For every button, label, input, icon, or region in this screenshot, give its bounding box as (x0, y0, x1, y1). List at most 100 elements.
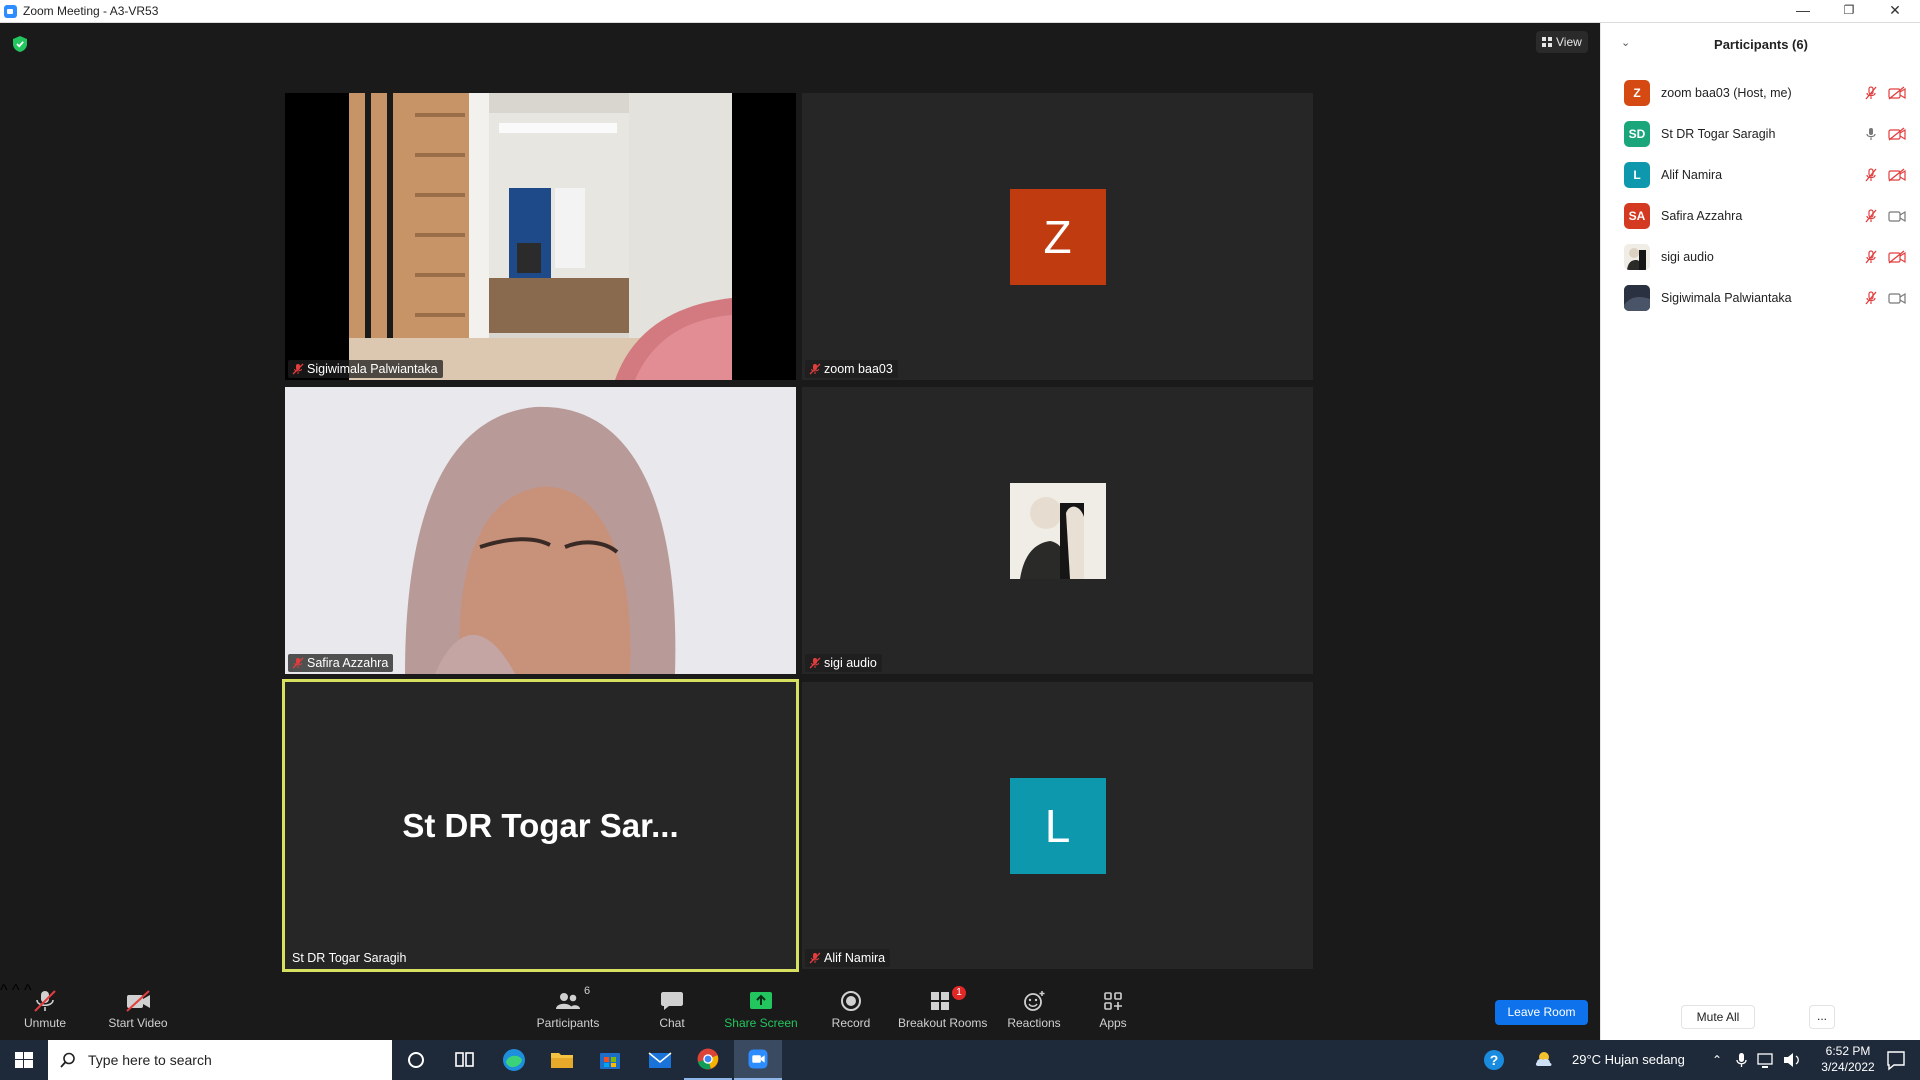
unmute-button[interactable]: Unmute (14, 982, 76, 1040)
participant-row[interactable]: SA Safira Azzahra (1601, 194, 1920, 235)
muted-mic-icon[interactable] (1864, 209, 1878, 223)
close-button[interactable]: ✕ (1872, 0, 1918, 23)
title-bar: Zoom Meeting - A3-VR53 — ❐ ✕ (0, 0, 1920, 23)
mic-on-icon[interactable] (1864, 127, 1878, 141)
participants-panel: ⌄ Participants (6) Z zoom baa03 (Host, m… (1600, 23, 1920, 1040)
participant-row[interactable]: sigi audio (1601, 235, 1920, 276)
microphone-tray-icon[interactable] (1730, 1040, 1754, 1080)
tile-name-label: zoom baa03 (805, 360, 898, 378)
tile-name-label: St DR Togar Saragih (292, 951, 407, 965)
taskbar-search-box[interactable]: Type here to search (48, 1040, 392, 1080)
security-shield-icon[interactable] (12, 35, 28, 53)
volume-icon[interactable] (1780, 1040, 1806, 1080)
participant-photo (1624, 244, 1650, 270)
participant-name: zoom baa03 (Host, me) (1661, 86, 1792, 100)
restore-button[interactable]: ❐ (1826, 0, 1872, 23)
network-icon[interactable] (1754, 1040, 1780, 1080)
muted-mic-icon (809, 363, 821, 375)
view-button[interactable]: View (1536, 31, 1588, 53)
participant-row[interactable]: SD St DR Togar Saragih (1601, 112, 1920, 153)
chrome-browser-icon[interactable] (684, 1040, 732, 1080)
video-on-icon[interactable] (1888, 291, 1906, 305)
video-tile-sigiwimala[interactable]: Sigiwimala Palwiantaka (285, 93, 796, 380)
participant-name: St DR Togar Saragih (1661, 127, 1776, 141)
video-off-icon[interactable] (1888, 86, 1906, 100)
muted-mic-icon (809, 952, 821, 964)
participant-avatar: L (1624, 162, 1650, 188)
muted-mic-icon (34, 990, 56, 1012)
windows-start-icon[interactable] (0, 1040, 48, 1080)
participant-name: Alif Namira (1661, 168, 1723, 182)
muted-mic-icon[interactable] (1864, 291, 1878, 305)
participant-big-name: St DR Togar Sar... (402, 807, 679, 844)
video-off-icon[interactable] (1888, 168, 1906, 182)
video-tile-zoom-baa03[interactable]: Z zoom baa03 (802, 93, 1313, 380)
share-screen-button[interactable]: Share Screen (722, 982, 800, 1040)
start-video-button[interactable]: Start Video (104, 982, 172, 1040)
participant-name: Safira Azzahra (1661, 209, 1743, 223)
participant-row[interactable]: Z zoom baa03 (Host, me) (1601, 71, 1920, 112)
reactions-icon (1024, 991, 1045, 1011)
edge-browser-icon[interactable] (490, 1040, 538, 1080)
cortana-icon[interactable] (392, 1040, 440, 1080)
window-title: Zoom Meeting - A3-VR53 (23, 4, 159, 18)
mail-icon[interactable] (636, 1040, 684, 1080)
panel-title: Participants (6) (1714, 37, 1808, 52)
video-off-icon[interactable] (1888, 250, 1906, 264)
muted-mic-icon[interactable] (1864, 86, 1878, 100)
chat-button[interactable]: Chat (644, 982, 700, 1040)
muted-mic-icon[interactable] (1864, 168, 1878, 182)
search-placeholder: Type here to search (88, 1052, 212, 1068)
search-icon (60, 1052, 75, 1068)
zoom-app-icon[interactable] (734, 1040, 782, 1080)
share-screen-icon (750, 992, 772, 1009)
tile-name-label: Sigiwimala Palwiantaka (288, 360, 443, 378)
participant-avatar: SA (1624, 203, 1650, 229)
participants-count: 6 (584, 985, 591, 997)
audio-options-caret[interactable]: ^ (0, 982, 8, 999)
file-explorer-icon[interactable] (538, 1040, 586, 1080)
weather-rain-icon (1535, 1052, 1552, 1066)
minimize-button[interactable]: — (1780, 0, 1826, 23)
muted-mic-icon[interactable] (1864, 250, 1878, 264)
avatar: Z (1009, 188, 1106, 285)
record-icon (841, 991, 861, 1011)
show-hidden-icons-chevron-icon[interactable]: ⌃ (1712, 1040, 1722, 1080)
reactions-button[interactable]: Reactions (1006, 982, 1062, 1040)
participant-photo (1624, 285, 1650, 311)
view-label: View (1556, 35, 1582, 49)
participant-row[interactable]: L Alif Namira (1601, 153, 1920, 194)
participant-name: Sigiwimala Palwiantaka (1661, 291, 1792, 305)
tile-name-label: sigi audio (805, 654, 882, 672)
breakout-badge: 1 (952, 986, 966, 1000)
leave-room-button[interactable]: Leave Room (1495, 1000, 1588, 1025)
video-tile-togar[interactable]: St DR Togar Sar... St DR Togar Saragih (282, 679, 799, 972)
participants-button[interactable]: 6 Participants (532, 982, 604, 1040)
weather-text[interactable]: 29°C Hujan sedang (1572, 1040, 1685, 1080)
mute-all-button[interactable]: Mute All (1681, 1005, 1755, 1029)
participant-avatar: SD (1624, 121, 1650, 147)
task-view-icon[interactable] (440, 1040, 488, 1080)
participant-row[interactable]: Sigiwimala Palwiantaka (1601, 276, 1920, 317)
help-icon[interactable]: ? (1470, 1040, 1518, 1080)
person-video-feed (285, 387, 796, 674)
svg-text:?: ? (1490, 1052, 1499, 1068)
video-tile-sigi-audio[interactable]: sigi audio (802, 387, 1313, 674)
record-button[interactable]: Record (820, 982, 882, 1040)
microsoft-store-icon[interactable] (586, 1040, 634, 1080)
video-tile-safira[interactable]: Safira Azzahra (285, 387, 796, 674)
video-tile-alif-namira[interactable]: L Alif Namira (802, 682, 1313, 969)
muted-mic-icon (809, 657, 821, 669)
more-options-button[interactable]: ... (1809, 1005, 1835, 1029)
meeting-area: View Sigiwimala Palwiantaka Z zoom baa03… (0, 23, 1600, 1040)
windows-taskbar: Type here to search ? 29°C Hujan sedang … (0, 1040, 1920, 1080)
muted-mic-icon (292, 657, 304, 669)
tile-name-label: Alif Namira (805, 949, 891, 967)
apps-button[interactable]: Apps (1086, 982, 1140, 1040)
notifications-icon[interactable] (1872, 1040, 1920, 1080)
breakout-rooms-button[interactable]: 1 Breakout Rooms (898, 982, 987, 1040)
avatar: L (1009, 777, 1106, 874)
video-on-icon[interactable] (1888, 209, 1906, 223)
video-off-icon[interactable] (1888, 127, 1906, 141)
participant-name: sigi audio (1661, 250, 1714, 264)
